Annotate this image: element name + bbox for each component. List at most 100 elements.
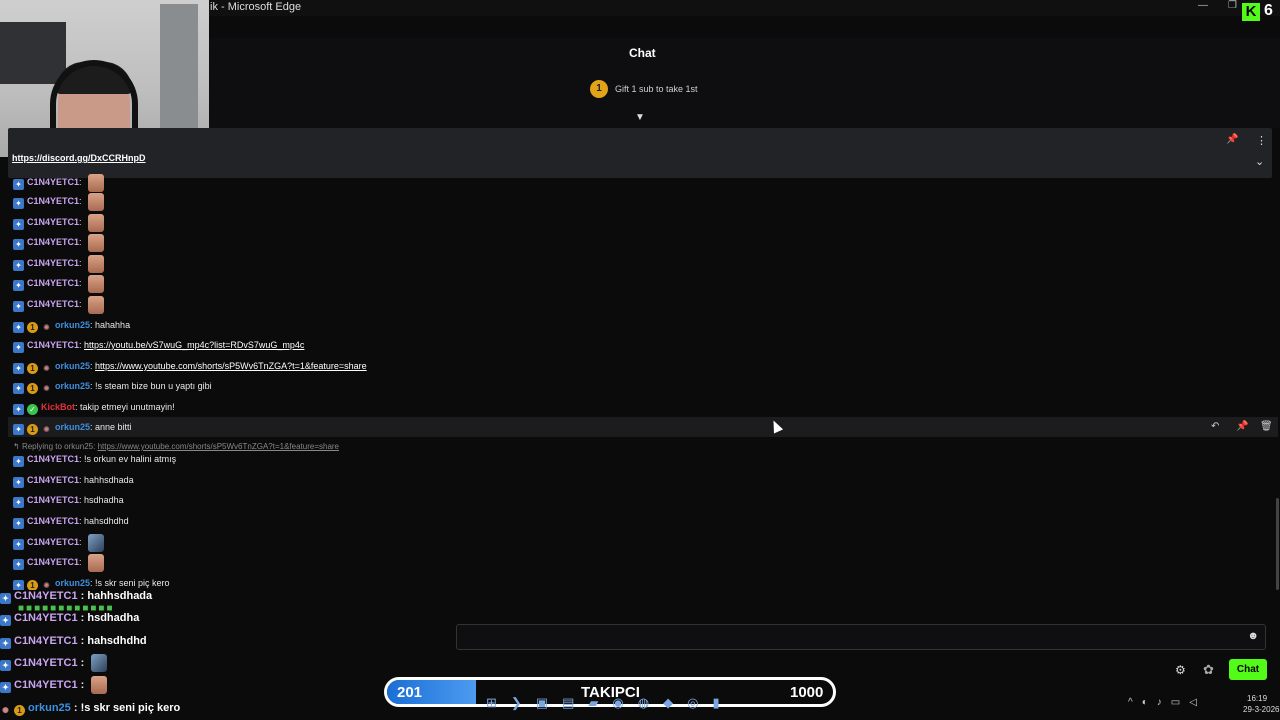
sub-badge-icon: 1 <box>27 383 38 394</box>
username[interactable]: orkun25 <box>55 381 90 391</box>
chat-message: ✦ C1N4YETC1: <box>13 294 1273 314</box>
chat-message: ✦ C1N4YETC1: hahsdhdhd <box>13 511 1273 531</box>
send-chat-button[interactable]: Chat <box>1229 659 1267 680</box>
username[interactable]: C1N4YETC1 <box>27 217 79 227</box>
windows-start-icon[interactable]: ⊞ <box>486 695 511 710</box>
badge-icon: ✦ <box>13 363 24 374</box>
username[interactable]: C1N4YETC1 <box>27 237 79 247</box>
overlay-message: ✦ C1N4YETC1 : <box>0 652 108 674</box>
filter-icon[interactable]: ▼ <box>635 112 645 123</box>
username[interactable]: orkun25 <box>55 422 90 432</box>
goal-target: 1000 <box>790 684 824 701</box>
sub-badge-icon: 1 <box>27 424 38 435</box>
app-icon[interactable]: ◆ <box>663 695 687 710</box>
username[interactable]: C1N4YETC1 <box>27 177 79 187</box>
pin-message-icon[interactable]: 📌 <box>1236 417 1248 437</box>
username[interactable]: C1N4YETC1 <box>27 537 79 547</box>
badge-icon: ✦ <box>13 559 24 570</box>
username[interactable]: C1N4YETC1 <box>27 258 79 268</box>
badge-icon: ✦ <box>13 198 24 209</box>
badge-icon: ✦ <box>0 660 11 671</box>
chevron-down-icon[interactable]: ⌄ <box>1255 155 1264 168</box>
badge-icon: ✦ <box>13 342 24 353</box>
clock-date[interactable]: 29-3-2026 <box>1243 705 1279 714</box>
pinned-message: https://discord.gg/DxCCRHnpD 📌 ⋮ ⌄ <box>8 128 1272 178</box>
document-icon[interactable]: ▮ <box>712 695 733 710</box>
badge-icon: ✦ <box>13 539 24 550</box>
chat-header: Chat 1 Gift 1 sub to take 1st ▼ <box>209 38 1280 128</box>
network-icon[interactable]: ◐ <box>1142 697 1157 708</box>
minimize-icon[interactable]: — <box>1198 0 1208 11</box>
message-text: !s steam bize bun u yaptı gibi <box>95 381 212 391</box>
message-link[interactable]: https://youtu.be/vS7wuG_mp4c?list=RDvS7w… <box>84 340 304 350</box>
username[interactable]: C1N4YETC1 <box>27 475 79 485</box>
delete-icon[interactable]: 🗑 <box>1260 417 1273 437</box>
username[interactable]: C1N4YETC1 <box>27 196 79 206</box>
overlay-message: ✦ C1N4YETC1 : hahsdhdhd <box>0 630 147 652</box>
username[interactable]: orkun25 <box>55 320 90 330</box>
pinned-link[interactable]: https://discord.gg/DxCCRHnpD <box>12 153 146 163</box>
badge-icon: ✦ <box>0 615 11 626</box>
crab-badge-icon: ✺ <box>43 425 50 434</box>
overlay-username: C1N4YETC1 <box>14 590 78 602</box>
gear-icon[interactable]: ⚙ <box>1175 663 1186 677</box>
badge-icon: ✦ <box>0 593 11 604</box>
username[interactable]: C1N4YETC1 <box>27 340 79 350</box>
username[interactable]: C1N4YETC1 <box>27 557 79 567</box>
username[interactable]: C1N4YETC1 <box>27 454 79 464</box>
mic-icon[interactable]: ♪ <box>1157 697 1171 708</box>
message-text: anne bitti <box>95 422 132 432</box>
folder-icon[interactable]: ▰ <box>588 695 612 710</box>
username[interactable]: C1N4YETC1 <box>27 299 79 309</box>
restore-icon[interactable]: ❐ <box>1228 0 1237 11</box>
sub-badge-icon: 1 <box>27 322 38 333</box>
badge-icon: ✦ <box>13 497 24 508</box>
chat-message: ✦ C1N4YETC1: <box>13 191 1273 211</box>
badge-icon: ✦ <box>13 477 24 488</box>
chat-message: ✦ C1N4YETC1: <box>13 172 1273 192</box>
reply-icon[interactable]: ↶ <box>1211 417 1219 437</box>
bot-badge-icon: ✓ <box>27 404 38 415</box>
obs-icon[interactable]: ◎ <box>687 695 712 710</box>
badge-icon: ✦ <box>13 456 24 467</box>
emote-bird-icon <box>88 533 105 552</box>
clock-time[interactable]: 16:19 <box>1247 694 1267 703</box>
username[interactable]: C1N4YETC1 <box>27 495 79 505</box>
chat-message: ✦ ✓ KickBot: takip etmeyi unutmayin! <box>13 397 1273 417</box>
overlay-username: C1N4YETC1 <box>14 657 78 669</box>
username[interactable]: C1N4YETC1 <box>27 278 79 288</box>
emote-face-icon <box>88 274 105 293</box>
chevron-up-icon[interactable]: ^ <box>1128 697 1142 708</box>
crab-badge-icon: ✺ <box>2 706 9 715</box>
file-icon[interactable]: ▤ <box>562 695 588 710</box>
store-icon[interactable]: ▣ <box>536 695 562 710</box>
badge-icon: ✦ <box>13 404 24 415</box>
username[interactable]: KickBot <box>41 402 75 412</box>
discord-icon[interactable]: ◍ <box>638 695 663 710</box>
overlay-username: C1N4YETC1 <box>14 679 78 691</box>
chat-input[interactable]: ☻ <box>456 624 1266 650</box>
gift-icon[interactable]: ✿ <box>1203 662 1214 678</box>
message-text: hahahha <box>95 320 131 330</box>
badge-icon: ✦ <box>13 518 24 529</box>
overlay-username: C1N4YETC1 <box>14 635 78 647</box>
terminal-icon[interactable]: ❯ <box>511 695 536 710</box>
pin-icon[interactable]: 📌 <box>1226 134 1238 145</box>
crab-badge-icon: ✺ <box>43 323 50 332</box>
emoji-icon[interactable]: ☻ <box>1247 630 1259 642</box>
background-monitor <box>0 22 66 84</box>
badge-icon: ✦ <box>13 424 24 435</box>
display-icon[interactable]: ▭ <box>1171 697 1189 708</box>
message-link[interactable]: https://www.youtube.com/shorts/sP5Wv6TnZ… <box>95 361 367 371</box>
emote-face-icon <box>88 553 105 572</box>
more-menu-icon[interactable]: ⋮ <box>1256 134 1267 147</box>
chat-title: Chat <box>629 46 656 60</box>
sub-badge-icon: 1 <box>14 705 25 716</box>
chat-scrollbar[interactable] <box>1276 498 1279 590</box>
username[interactable]: orkun25 <box>55 361 90 371</box>
volume-icon[interactable]: ◁ <box>1189 697 1206 708</box>
emote-face-icon <box>88 295 105 314</box>
username[interactable]: C1N4YETC1 <box>27 516 79 526</box>
edge-icon[interactable]: ◉ <box>612 695 637 710</box>
gift-leaderboard-text[interactable]: Gift 1 sub to take 1st <box>615 84 698 94</box>
